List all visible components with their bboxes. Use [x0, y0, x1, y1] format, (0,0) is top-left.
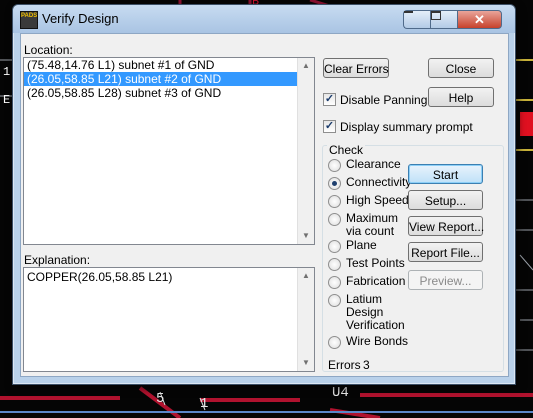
- check-group: Check Clearance Connectivity High Speed Max…: [322, 143, 504, 372]
- radio-label[interactable]: Wire Bonds: [346, 335, 414, 348]
- location-list-item[interactable]: (75.48,14.76 L1) subnet #1 of GND: [24, 58, 297, 72]
- explanation-box[interactable]: COPPER(26.05,58.85 L21) ▲ ▼: [23, 267, 315, 372]
- scroll-up-icon[interactable]: ▲: [298, 268, 314, 284]
- display-summary-label[interactable]: Display summary prompt: [340, 120, 473, 134]
- caption-buttons: ✕: [403, 10, 502, 29]
- errors-count: 3: [363, 358, 370, 372]
- radio-connectivity[interactable]: [328, 177, 341, 190]
- disable-panning-checkbox[interactable]: ✓: [323, 93, 336, 106]
- close-window-button[interactable]: ✕: [457, 10, 502, 29]
- pin1-label: 1: [200, 396, 208, 412]
- radio-label[interactable]: Plane: [346, 239, 414, 252]
- pads-app-icon[interactable]: PADS: [20, 11, 38, 29]
- radio-label[interactable]: Fabrication: [346, 275, 414, 288]
- view-report-button[interactable]: View Report...: [408, 216, 484, 236]
- explanation-text: COPPER(26.05,58.85 L21): [27, 270, 173, 284]
- scroll-up-icon[interactable]: ▲: [298, 58, 314, 74]
- disable-panning-label[interactable]: Disable Panning: [340, 93, 427, 107]
- e-label: E: [3, 93, 10, 107]
- title-bar[interactable]: PADS Verify Design ✕: [13, 5, 515, 33]
- u4-label: U4: [332, 385, 349, 401]
- minimize-button[interactable]: [403, 10, 430, 29]
- display-summary-checkbox[interactable]: ✓: [323, 120, 336, 133]
- clear-errors-button[interactable]: Clear Errors: [323, 58, 389, 78]
- start-button[interactable]: Start: [408, 164, 483, 184]
- window-title: Verify Design: [42, 11, 119, 26]
- location-list: (75.48,14.76 L1) subnet #1 of GND (26.05,…: [24, 58, 314, 100]
- location-list-item[interactable]: (26.05,58.85 L28) subnet #3 of GND: [24, 86, 297, 100]
- radio-label[interactable]: Test Points: [346, 257, 414, 270]
- radio-label[interactable]: Maximum via count: [346, 212, 414, 238]
- location-list-item[interactable]: (26.05,58.85 L21) subnet #2 of GND: [24, 72, 297, 86]
- radio-high-speed[interactable]: [328, 195, 341, 208]
- close-icon: ✕: [474, 12, 485, 27]
- minimize-icon: [404, 11, 413, 13]
- radio-clearance[interactable]: [328, 159, 341, 172]
- one-label: 1: [3, 65, 10, 79]
- explanation-scrollbar[interactable]: ▲ ▼: [297, 268, 314, 371]
- close-button[interactable]: Close: [428, 58, 494, 78]
- report-file-button[interactable]: Report File...: [408, 242, 483, 262]
- radio-selected-dot: [332, 181, 337, 186]
- radio-latium-design-verification[interactable]: [328, 294, 341, 307]
- verify-design-window: PADS Verify Design ✕ Location: (75.48,14…: [12, 4, 516, 385]
- radio-label[interactable]: Connectivity: [346, 176, 414, 189]
- setup-button[interactable]: Setup...: [408, 190, 483, 210]
- radio-label[interactable]: High Speed: [346, 194, 414, 207]
- radio-fabrication[interactable]: [328, 276, 341, 289]
- radio-maximum-via-count[interactable]: [328, 213, 341, 226]
- location-scrollbar[interactable]: ▲ ▼: [297, 58, 314, 244]
- help-button[interactable]: Help: [428, 87, 494, 107]
- radio-label[interactable]: Latium Design Verification: [346, 293, 414, 332]
- pcb-pad: [520, 112, 533, 136]
- radio-test-points[interactable]: [328, 258, 341, 271]
- maximize-icon: [431, 11, 441, 20]
- errors-label: Errors: [328, 358, 361, 372]
- location-label: Location:: [24, 43, 73, 57]
- pin5-label: 5: [156, 391, 164, 407]
- radio-label[interactable]: Clearance: [346, 158, 414, 171]
- radio-plane[interactable]: [328, 240, 341, 253]
- preview-button: Preview...: [408, 270, 483, 290]
- check-group-title: Check: [327, 143, 366, 157]
- scroll-down-icon[interactable]: ▼: [298, 355, 314, 371]
- maximize-button[interactable]: [430, 10, 457, 29]
- location-listbox[interactable]: (75.48,14.76 L1) subnet #1 of GND (26.05,…: [23, 57, 315, 245]
- scroll-down-icon[interactable]: ▼: [298, 228, 314, 244]
- radio-wire-bonds[interactable]: [328, 336, 341, 349]
- explanation-label: Explanation:: [24, 253, 91, 267]
- dialog-client-area: Location: (75.48,14.76 L1) subnet #1 of …: [20, 33, 509, 377]
